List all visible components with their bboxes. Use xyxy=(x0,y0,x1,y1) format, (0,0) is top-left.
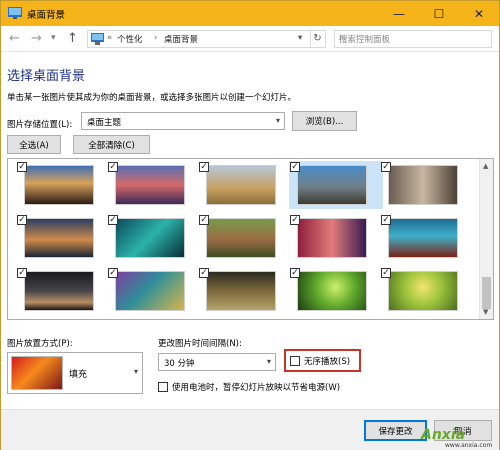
back-arrow-icon[interactable]: ← xyxy=(9,31,20,46)
wallpaper-checkbox[interactable]: ✓ xyxy=(108,215,118,225)
picture-location-dropdown[interactable]: 桌面主题 ▾ xyxy=(81,112,285,130)
chevron-down-icon: ▾ xyxy=(133,367,138,376)
wallpaper-thumbnail[interactable] xyxy=(297,218,367,258)
wallpaper-checkbox[interactable]: ✓ xyxy=(199,215,209,225)
wallpaper-checkbox[interactable]: ✓ xyxy=(17,162,27,172)
battery-checkbox-box[interactable] xyxy=(158,382,168,392)
wallpaper-item[interactable]: ✓ xyxy=(107,161,201,209)
scroll-up-icon[interactable]: ▲ xyxy=(483,162,488,170)
wallpaper-checkbox[interactable]: ✓ xyxy=(17,215,27,225)
search-icon: ⌕ xyxy=(339,32,345,43)
picture-position-label: 图片放置方式(P): xyxy=(7,339,73,349)
wallpaper-checkbox[interactable]: ✓ xyxy=(108,268,118,278)
wallpaper-thumbnail[interactable] xyxy=(206,271,276,311)
wallpaper-thumbnail[interactable] xyxy=(388,271,458,311)
chevron-down-icon: ▾ xyxy=(275,116,280,125)
select-all-button[interactable]: 全选(A) xyxy=(7,135,61,154)
wallpaper-checkbox[interactable]: ✓ xyxy=(17,268,27,278)
wallpaper-item[interactable]: ✓ xyxy=(16,161,110,209)
wallpaper-thumbnail[interactable] xyxy=(115,271,185,311)
watermark-logo: Anxia xyxy=(421,427,466,443)
wallpaper-item[interactable]: ✓ xyxy=(289,267,383,315)
wallpaper-thumbnail[interactable] xyxy=(24,165,94,205)
wallpaper-thumbnail[interactable] xyxy=(115,165,185,205)
wallpaper-item[interactable]: ✓ xyxy=(289,161,383,209)
window-title: 桌面背景 xyxy=(27,10,66,21)
chevron-icon: « xyxy=(107,33,113,43)
picture-location-value: 桌面主题 xyxy=(87,118,122,128)
picture-location-label: 图片存储位置(L): xyxy=(7,120,73,130)
save-changes-button[interactable]: 保存更改 xyxy=(364,420,427,441)
vertical-scrollbar[interactable]: ▲ ▼ xyxy=(479,159,493,319)
wallpaper-item[interactable]: ✓ xyxy=(16,267,110,315)
wallpaper-checkbox[interactable]: ✓ xyxy=(290,268,300,278)
wallpaper-item[interactable]: ✓ xyxy=(107,267,201,315)
wallpaper-thumbnail[interactable] xyxy=(297,165,367,205)
wallpaper-checkbox[interactable]: ✓ xyxy=(381,162,391,172)
change-interval-label: 更改图片时间间隔(N): xyxy=(158,339,242,349)
wallpaper-thumbnail[interactable] xyxy=(297,271,367,311)
breadcrumb-desktop-background[interactable]: 桌面背景 xyxy=(164,33,198,45)
wallpaper-item[interactable]: ✓ xyxy=(380,267,474,315)
change-interval-dropdown[interactable]: 30 分钟 ▾ xyxy=(158,353,276,371)
wallpaper-checkbox[interactable]: ✓ xyxy=(199,268,209,278)
wallpaper-gallery: ✓ ✓ ✓ ✓ ✓ ✓ ✓ ✓ ✓ ✓ ✓ ✓ ✓ ✓ ✓ ▲ ▼ xyxy=(7,158,494,320)
change-interval-value: 30 分钟 xyxy=(164,359,195,369)
breadcrumb-personalization[interactable]: 个性化 xyxy=(117,33,143,45)
wallpaper-item[interactable]: ✓ xyxy=(107,214,201,262)
chevron-down-icon[interactable]: ▾ xyxy=(298,33,302,43)
forward-arrow-icon[interactable]: → xyxy=(31,31,42,46)
shuffle-label: 无序播放(S) xyxy=(304,357,351,367)
wallpaper-checkbox[interactable]: ✓ xyxy=(290,162,300,172)
wallpaper-item[interactable]: ✓ xyxy=(380,214,474,262)
wallpaper-thumbnail[interactable] xyxy=(24,218,94,258)
wallpaper-item[interactable]: ✓ xyxy=(380,161,474,209)
refresh-button[interactable]: ↻ xyxy=(310,30,326,48)
wallpaper-item[interactable]: ✓ xyxy=(289,214,383,262)
wallpaper-item[interactable]: ✓ xyxy=(198,214,292,262)
clear-all-button[interactable]: 全部清除(C) xyxy=(73,135,150,154)
scrollbar-thumb[interactable] xyxy=(482,277,491,309)
close-button[interactable]: ✕ xyxy=(459,1,499,26)
wallpaper-checkbox[interactable]: ✓ xyxy=(381,268,391,278)
minimize-button[interactable]: — xyxy=(379,1,419,26)
watermark-url: www.anxia.com xyxy=(445,442,493,449)
scroll-down-icon[interactable]: ▼ xyxy=(483,308,488,316)
wallpaper-thumbnail[interactable] xyxy=(115,218,185,258)
wallpaper-item[interactable]: ✓ xyxy=(198,267,292,315)
wallpaper-thumbnail[interactable] xyxy=(388,218,458,258)
wallpaper-thumbnail[interactable] xyxy=(206,218,276,258)
wallpaper-checkbox[interactable]: ✓ xyxy=(108,162,118,172)
recent-locations-icon[interactable]: ▾ xyxy=(51,33,56,43)
up-arrow-icon[interactable]: ↑ xyxy=(67,31,78,46)
search-input[interactable]: 搜索控制面板 ⌕ xyxy=(334,30,492,48)
title-bar[interactable]: 桌面背景 — ☐ ✕ xyxy=(1,1,499,26)
maximize-button[interactable]: ☐ xyxy=(419,1,459,26)
address-bar[interactable]: « 个性化 › 桌面背景 ▾ xyxy=(87,30,311,48)
wallpaper-item[interactable]: ✓ xyxy=(198,161,292,209)
wallpaper-checkbox[interactable]: ✓ xyxy=(290,215,300,225)
desktop-background-window: 桌面背景 — ☐ ✕ ← → ▾ ↑ « 个性化 › 桌面背景 ▾ ↻ 搜索控制… xyxy=(0,0,500,450)
position-preview-image xyxy=(11,356,63,390)
shuffle-checkbox-box[interactable] xyxy=(290,356,300,366)
navigation-bar: ← → ▾ ↑ « 个性化 › 桌面背景 ▾ ↻ 搜索控制面板 ⌕ xyxy=(1,26,499,52)
browse-button[interactable]: 浏览(B)... xyxy=(292,111,357,131)
wallpaper-thumbnail[interactable] xyxy=(206,165,276,205)
shuffle-checkbox[interactable]: 无序播放(S) xyxy=(290,355,350,367)
wallpaper-thumbnail[interactable] xyxy=(24,271,94,311)
control-panel-icon xyxy=(91,33,104,45)
chevron-down-icon: ▾ xyxy=(266,357,271,366)
control-panel-icon xyxy=(8,7,22,19)
picture-position-value: 填充 xyxy=(69,370,88,380)
breadcrumb-separator-icon: › xyxy=(154,33,158,43)
picture-position-dropdown[interactable]: 填充 ▾ xyxy=(7,352,143,394)
wallpaper-thumbnail[interactable] xyxy=(388,165,458,205)
battery-checkbox[interactable]: 使用电池时，暂停幻灯片放映以节省电源(W) xyxy=(158,381,340,393)
page-title: 选择桌面背景 xyxy=(7,69,86,84)
page-description: 单击某一张图片使其成为你的桌面背景，或选择多张图片以创建一个幻灯片。 xyxy=(7,93,297,103)
wallpaper-checkbox[interactable]: ✓ xyxy=(381,215,391,225)
battery-label: 使用电池时，暂停幻灯片放映以节省电源(W) xyxy=(172,383,341,393)
wallpaper-checkbox[interactable]: ✓ xyxy=(199,162,209,172)
wallpaper-item[interactable]: ✓ xyxy=(16,214,110,262)
